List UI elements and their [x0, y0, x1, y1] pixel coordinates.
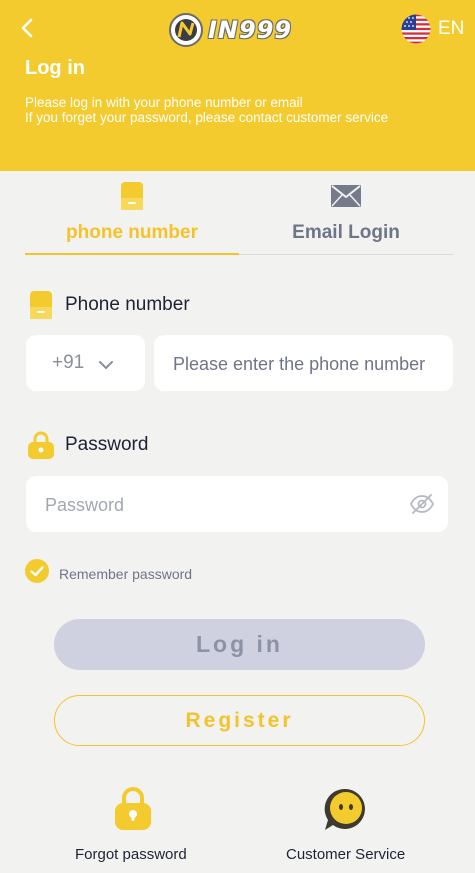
chevron-down-icon: [98, 357, 114, 375]
country-code-value: +91: [52, 352, 85, 373]
login-method-tabs: phone number Email Login: [25, 178, 453, 255]
brand-logo: IN999: [168, 11, 313, 49]
language-label: EN: [438, 18, 465, 39]
header: IN999 EN Log in Please log in with your …: [0, 0, 475, 171]
tab-email-login[interactable]: Email Login: [239, 178, 453, 254]
login-button[interactable]: Log in: [54, 619, 425, 670]
password-input[interactable]: [43, 476, 397, 534]
tab-email-login-label: Email Login: [292, 222, 400, 243]
language-selector[interactable]: EN: [401, 14, 464, 44]
hint-line-2: If you forget your password, please cont…: [25, 110, 389, 125]
active-tab-indicator: [25, 253, 239, 255]
phone-number-input[interactable]: [171, 335, 445, 393]
tab-phone-number[interactable]: phone number: [25, 178, 239, 255]
hint-line-1: Please log in with your phone number or …: [25, 95, 303, 110]
phone-input-box: [154, 335, 453, 393]
customer-service-icon: [323, 787, 369, 838]
password-input-box: [26, 476, 448, 534]
country-code-select[interactable]: +91: [26, 335, 145, 391]
lock-icon: [115, 787, 151, 836]
phone-icon: [121, 182, 143, 215]
brand-name: IN999: [208, 16, 293, 44]
forgot-password-label: Forgot password: [75, 846, 187, 863]
lock-icon: [28, 431, 54, 464]
back-icon[interactable]: [16, 16, 40, 40]
envelope-icon: [331, 185, 361, 212]
password-label: Password: [65, 434, 149, 455]
customer-service-label: Customer Service: [286, 846, 406, 863]
checkmark-icon: [25, 559, 49, 588]
phone-icon: [30, 291, 52, 324]
logo-emblem-icon: [169, 13, 203, 47]
page-title: Log in: [25, 57, 85, 79]
remember-password-label: Remember password: [59, 565, 193, 582]
eye-off-icon[interactable]: [409, 492, 435, 521]
tab-phone-number-label: phone number: [66, 222, 198, 243]
remember-password-toggle[interactable]: Remember password: [25, 559, 192, 588]
phone-number-label: Phone number: [65, 294, 190, 315]
us-flag-icon: [401, 14, 431, 44]
login-hint: Please log in with your phone number or …: [25, 95, 388, 125]
register-button[interactable]: Register: [54, 695, 425, 746]
